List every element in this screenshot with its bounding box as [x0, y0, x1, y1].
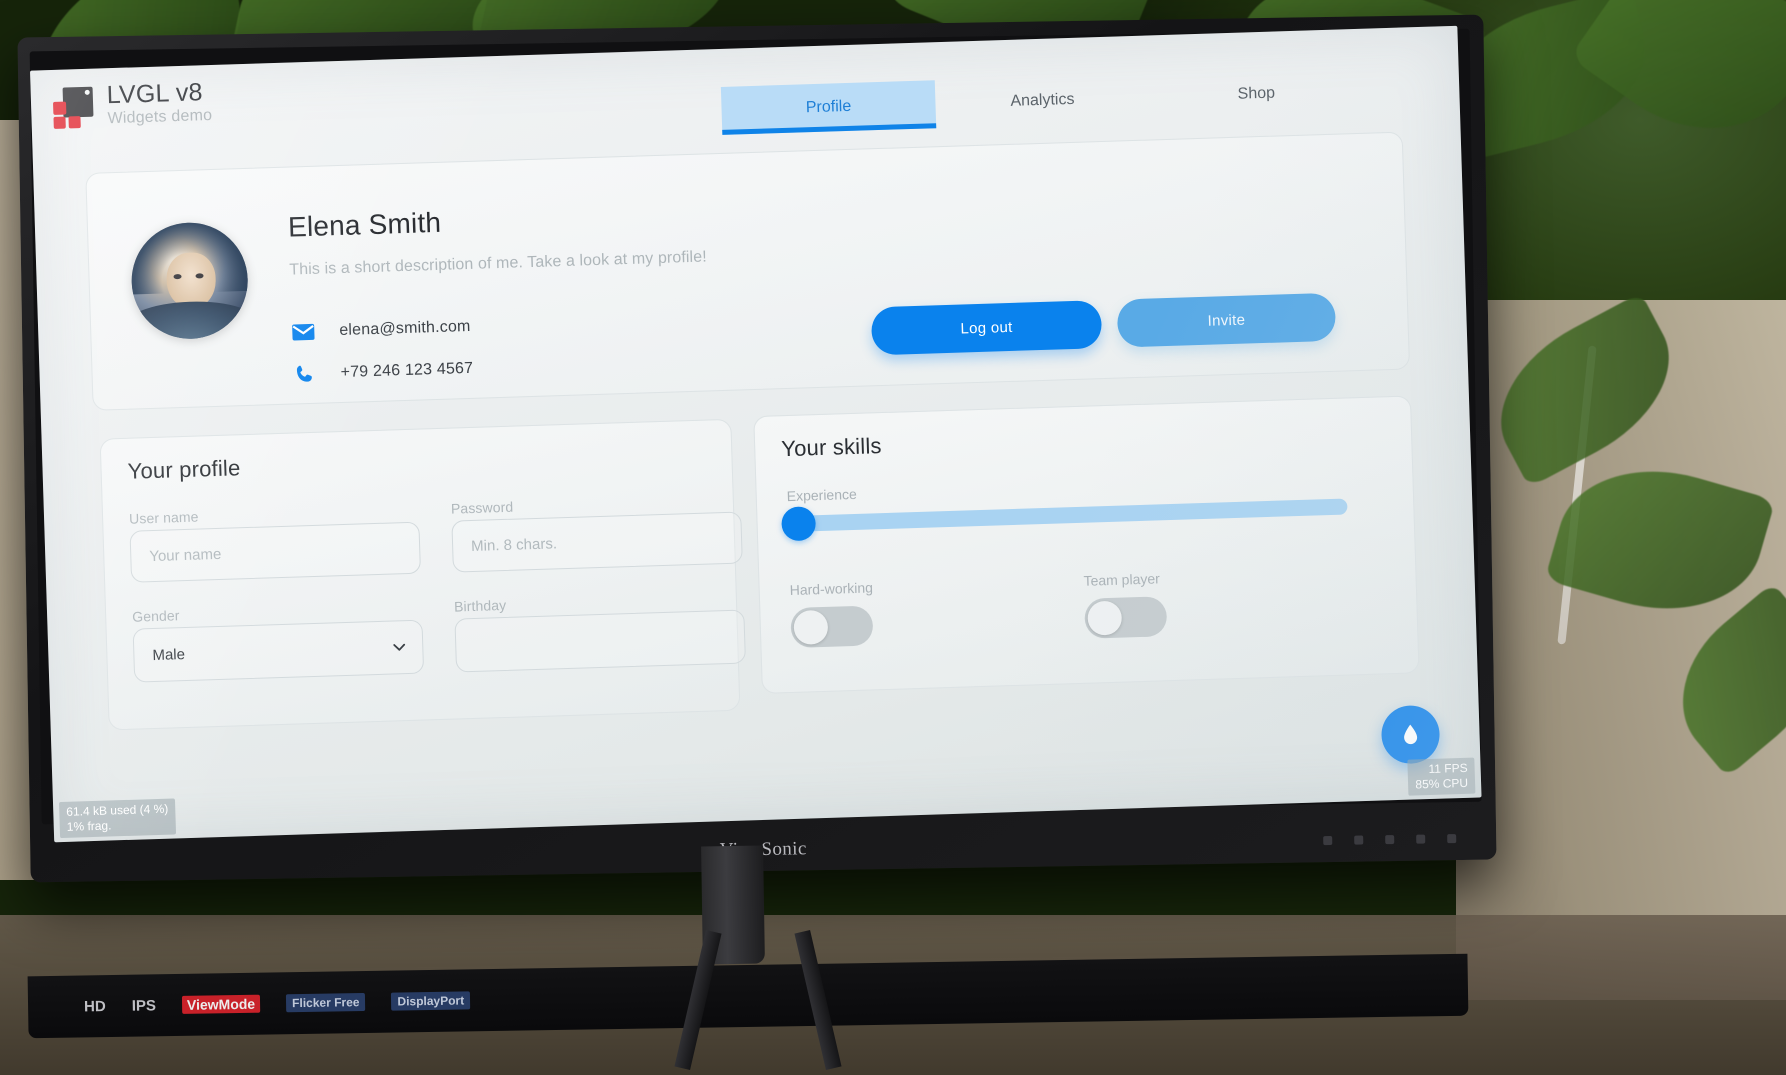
password-input[interactable]: Min. 8 chars.	[451, 511, 743, 573]
performance-monitor: 11 FPS 85% CPU	[1407, 757, 1476, 796]
phone-value: +79 246 123 4567	[340, 359, 474, 382]
gender-value: Male	[152, 645, 186, 664]
team-player-switch[interactable]	[1084, 596, 1168, 639]
floating-action-button[interactable]	[1380, 704, 1441, 765]
username-label: User name	[128, 508, 199, 527]
envelope-icon	[292, 323, 315, 341]
your-profile-title: Your profile	[127, 455, 241, 484]
tab-profile[interactable]: Profile	[720, 80, 937, 135]
sticker-hd-label: HD	[83, 997, 106, 1015]
birthday-input[interactable]	[454, 609, 746, 673]
app-subtitle: Widgets demo	[107, 107, 213, 128]
sticker-viewmode-label: ViewMode	[181, 994, 261, 1014]
phone-icon	[296, 365, 312, 382]
osd-button[interactable]	[1447, 834, 1457, 844]
profile-description: This is a short description of me. Take …	[289, 248, 708, 279]
hard-working-switch[interactable]	[790, 605, 874, 649]
avatar[interactable]	[129, 220, 250, 341]
osd-button[interactable]	[1385, 835, 1395, 845]
team-player-label: Team player	[1083, 570, 1161, 589]
sticker-hd: HD	[84, 998, 106, 1015]
gender-dropdown[interactable]: Male	[132, 619, 425, 683]
chevron-down-icon	[393, 643, 406, 651]
sticker-displayport: DisplayPort	[391, 991, 471, 1011]
app-title: LVGL v8	[106, 78, 204, 110]
your-profile-panel: Your profile User name Your name Passwor…	[99, 418, 746, 731]
password-label: Password	[450, 498, 514, 517]
email-value: elena@smith.com	[339, 317, 471, 340]
tab-bar: Profile Analytics Shop	[720, 67, 1364, 135]
switch-knob[interactable]	[1087, 600, 1123, 636]
osd-button[interactable]	[1354, 835, 1364, 845]
tab-analytics[interactable]: Analytics	[935, 73, 1150, 128]
sticker-flicker-free-label: Flicker Free	[285, 993, 366, 1013]
screen-content: LVGL v8 Widgets demo Profile Analytics S…	[30, 25, 1482, 843]
password-placeholder: Min. 8 chars.	[470, 534, 558, 555]
fps-value: 11 FPS	[1428, 760, 1468, 777]
sticker-ips-label: IPS	[131, 996, 157, 1015]
experience-slider-knob[interactable]	[781, 506, 817, 542]
experience-label: Experience	[786, 485, 858, 505]
gender-label: Gender	[131, 607, 180, 625]
osd-button[interactable]	[1416, 834, 1426, 844]
your-skills-title: Your skills	[780, 433, 883, 462]
phone-row: +79 246 123 4567	[292, 358, 474, 386]
osd-button[interactable]	[1323, 836, 1333, 846]
email-row: elena@smith.com	[291, 316, 471, 344]
experience-slider[interactable]	[781, 498, 1348, 542]
sticker-viewmode: ViewMode	[181, 994, 261, 1014]
username-input[interactable]: Your name	[129, 521, 421, 583]
memory-frag: 1% frag.	[66, 818, 112, 834]
water-drop-icon	[1404, 724, 1418, 745]
username-placeholder: Your name	[149, 545, 222, 565]
memory-used: 61.4 kB used (4 %)	[66, 801, 169, 819]
invite-button[interactable]: Invite	[1116, 292, 1337, 348]
app-brand: LVGL v8 Widgets demo	[52, 78, 213, 130]
lvgl-logo-icon	[52, 86, 94, 129]
profile-name: Elena Smith	[287, 206, 442, 243]
hard-working-label: Hard-working	[789, 579, 874, 599]
logout-button[interactable]: Log out	[870, 300, 1103, 356]
birthday-label: Birthday	[453, 596, 507, 615]
photo-backdrop: ViewSonic LVGL v8 Widgets demo Profile A…	[0, 0, 1786, 1075]
sticker-flicker-free: Flicker Free	[285, 993, 366, 1013]
switch-knob[interactable]	[793, 609, 829, 645]
sticker-ips: IPS	[132, 997, 156, 1014]
monitor-bezel: ViewSonic LVGL v8 Widgets demo Profile A…	[17, 14, 1497, 883]
tab-shop[interactable]: Shop	[1149, 67, 1364, 122]
memory-monitor: 61.4 kB used (4 %) 1% frag.	[58, 798, 177, 839]
profile-card: Elena Smith This is a short description …	[85, 131, 1411, 411]
sticker-displayport-label: DisplayPort	[391, 991, 471, 1011]
your-skills-panel: Your skills Experience Hard-working Team…	[753, 395, 1420, 694]
cpu-value: 85% CPU	[1415, 775, 1469, 792]
